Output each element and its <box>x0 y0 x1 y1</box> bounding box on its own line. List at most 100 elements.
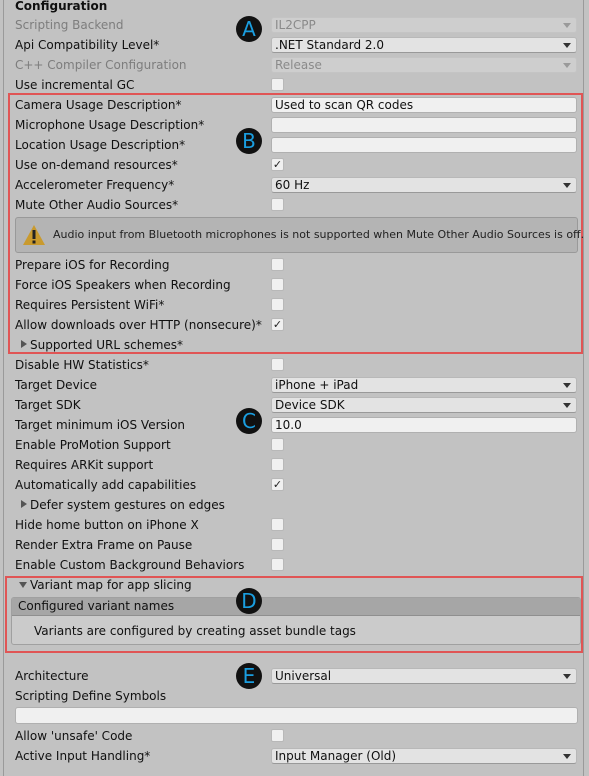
extra-frame-checkbox[interactable] <box>271 538 284 551</box>
row-on-demand-resources: Use on-demand resources* ✓ <box>15 155 578 175</box>
location-usage-input[interactable] <box>271 137 577 153</box>
row-architecture: Architecture Universal <box>15 666 578 686</box>
variant-list-empty-message: Variants are configured by creating asse… <box>34 624 356 638</box>
row-define-symbols: Scripting Define Symbols <box>15 686 578 706</box>
row-incremental-gc: Use incremental GC <box>15 75 578 95</box>
arkit-checkbox[interactable] <box>271 458 284 471</box>
annotation-badge-b: B <box>236 128 262 154</box>
label: Automatically add capabilities <box>15 478 197 492</box>
architecture-dropdown[interactable]: Universal <box>271 668 577 684</box>
section-title: Configuration <box>15 0 108 13</box>
incremental-gc-checkbox[interactable] <box>271 78 284 91</box>
variant-list-header-label: Configured variant names <box>18 599 175 613</box>
dropdown-arrow-icon <box>563 383 571 388</box>
row-camera-usage: Camera Usage Description* Used to scan Q… <box>15 95 578 115</box>
defer-gestures-foldout[interactable]: Defer system gestures on edges <box>21 498 225 512</box>
allow-http-checkbox[interactable]: ✓ <box>271 318 284 331</box>
target-sdk-dropdown[interactable]: Device SDK <box>271 397 577 413</box>
label: Architecture <box>15 669 89 683</box>
scripting-backend-dropdown[interactable]: IL2CPP <box>271 17 577 33</box>
row-scripting-backend: Scripting Backend IL2CPP <box>15 15 578 35</box>
row-defer-gestures: Defer system gestures on edges <box>15 495 578 515</box>
label: Scripting Define Symbols <box>15 689 167 703</box>
annotation-badge-a: A <box>236 16 262 42</box>
foldout-collapsed-icon <box>21 340 27 348</box>
label: Prepare iOS for Recording <box>15 258 170 272</box>
dropdown-value: IL2CPP <box>275 18 316 32</box>
microphone-usage-input[interactable] <box>271 117 577 133</box>
row-microphone-usage: Microphone Usage Description* <box>15 115 578 135</box>
label: Target SDK <box>15 398 81 412</box>
auto-capabilities-checkbox[interactable]: ✓ <box>271 478 284 491</box>
accelerometer-dropdown[interactable]: 60 Hz <box>271 177 577 193</box>
dropdown-value: Release <box>275 58 322 72</box>
variant-map-foldout[interactable]: Variant map for app slicing <box>19 578 192 592</box>
input-value: Used to scan QR codes <box>275 98 414 112</box>
dropdown-arrow-icon <box>563 674 571 679</box>
dropdown-value: Input Manager (Old) <box>275 749 397 763</box>
label: Location Usage Description* <box>15 138 186 152</box>
camera-usage-input[interactable]: Used to scan QR codes <box>271 97 577 113</box>
label: Api Compatibility Level* <box>15 38 160 52</box>
disable-hw-stats-checkbox[interactable] <box>271 358 284 371</box>
annotation-badge-c: C <box>236 408 262 434</box>
label: Target Device <box>15 378 97 392</box>
row-allow-http: Allow downloads over HTTP (nonsecure)* ✓ <box>15 315 578 335</box>
url-schemes-foldout[interactable]: Supported URL schemes* <box>21 338 183 352</box>
label: Allow 'unsafe' Code <box>15 729 133 743</box>
dropdown-arrow-icon <box>563 403 571 408</box>
label: Use incremental GC <box>15 78 135 92</box>
label: Use on-demand resources* <box>15 158 178 172</box>
label: Camera Usage Description* <box>15 98 182 112</box>
row-accelerometer: Accelerometer Frequency* 60 Hz <box>15 175 578 195</box>
label: Hide home button on iPhone X <box>15 518 199 532</box>
persistent-wifi-checkbox[interactable] <box>271 298 284 311</box>
annotation-badge-d: D <box>236 588 262 614</box>
dropdown-arrow-icon <box>563 63 571 68</box>
panel-right-border <box>583 0 584 776</box>
dropdown-value: iPhone + iPad <box>275 378 359 392</box>
dropdown-arrow-icon <box>563 183 571 188</box>
row-persistent-wifi: Requires Persistent WiFi* <box>15 295 578 315</box>
define-symbols-input[interactable] <box>15 707 578 724</box>
foldout-collapsed-icon <box>21 500 27 508</box>
row-auto-capabilities: Automatically add capabilities ✓ <box>15 475 578 495</box>
row-promotion: Enable ProMotion Support <box>15 435 578 455</box>
on-demand-resources-checkbox[interactable]: ✓ <box>271 158 284 171</box>
promotion-checkbox[interactable] <box>271 438 284 451</box>
label: Allow downloads over HTTP (nonsecure)* <box>15 318 262 332</box>
row-hide-home: Hide home button on iPhone X <box>15 515 578 535</box>
row-variant-map: Variant map for app slicing <box>15 575 578 595</box>
row-min-ios: Target minimum iOS Version 10.0 <box>15 415 578 435</box>
cpp-compiler-dropdown[interactable]: Release <box>271 57 577 73</box>
custom-bg-checkbox[interactable] <box>271 558 284 571</box>
prepare-recording-checkbox[interactable] <box>271 258 284 271</box>
row-custom-bg: Enable Custom Background Behaviors <box>15 555 578 575</box>
dropdown-value: .NET Standard 2.0 <box>275 38 385 52</box>
row-prepare-recording: Prepare iOS for Recording <box>15 255 578 275</box>
label: Requires ARKit support <box>15 458 154 472</box>
label: Enable ProMotion Support <box>15 438 171 452</box>
variant-list-header: Configured variant names <box>12 598 580 616</box>
foldout-label: Supported URL schemes* <box>30 338 184 352</box>
row-extra-frame: Render Extra Frame on Pause <box>15 535 578 555</box>
mute-audio-checkbox[interactable] <box>271 198 284 211</box>
api-compatibility-dropdown[interactable]: .NET Standard 2.0 <box>271 37 577 53</box>
row-api-compatibility: Api Compatibility Level* .NET Standard 2… <box>15 35 578 55</box>
row-target-sdk: Target SDK Device SDK <box>15 395 578 415</box>
input-handling-dropdown[interactable]: Input Manager (Old) <box>271 748 577 764</box>
hide-home-checkbox[interactable] <box>271 518 284 531</box>
label: C++ Compiler Configuration <box>15 58 187 72</box>
label: Disable HW Statistics* <box>15 358 149 372</box>
row-cpp-compiler: C++ Compiler Configuration Release <box>15 55 578 75</box>
label: Active Input Handling* <box>15 749 151 763</box>
min-ios-version-input[interactable]: 10.0 <box>271 417 577 433</box>
force-speakers-checkbox[interactable] <box>271 278 284 291</box>
label: Render Extra Frame on Pause <box>15 538 193 552</box>
dropdown-value: Universal <box>275 669 332 683</box>
label: Accelerometer Frequency* <box>15 178 175 192</box>
target-device-dropdown[interactable]: iPhone + iPad <box>271 377 577 393</box>
foldout-label: Variant map for app slicing <box>30 578 192 592</box>
unsafe-code-checkbox[interactable] <box>271 729 284 742</box>
warning-icon <box>23 225 45 245</box>
